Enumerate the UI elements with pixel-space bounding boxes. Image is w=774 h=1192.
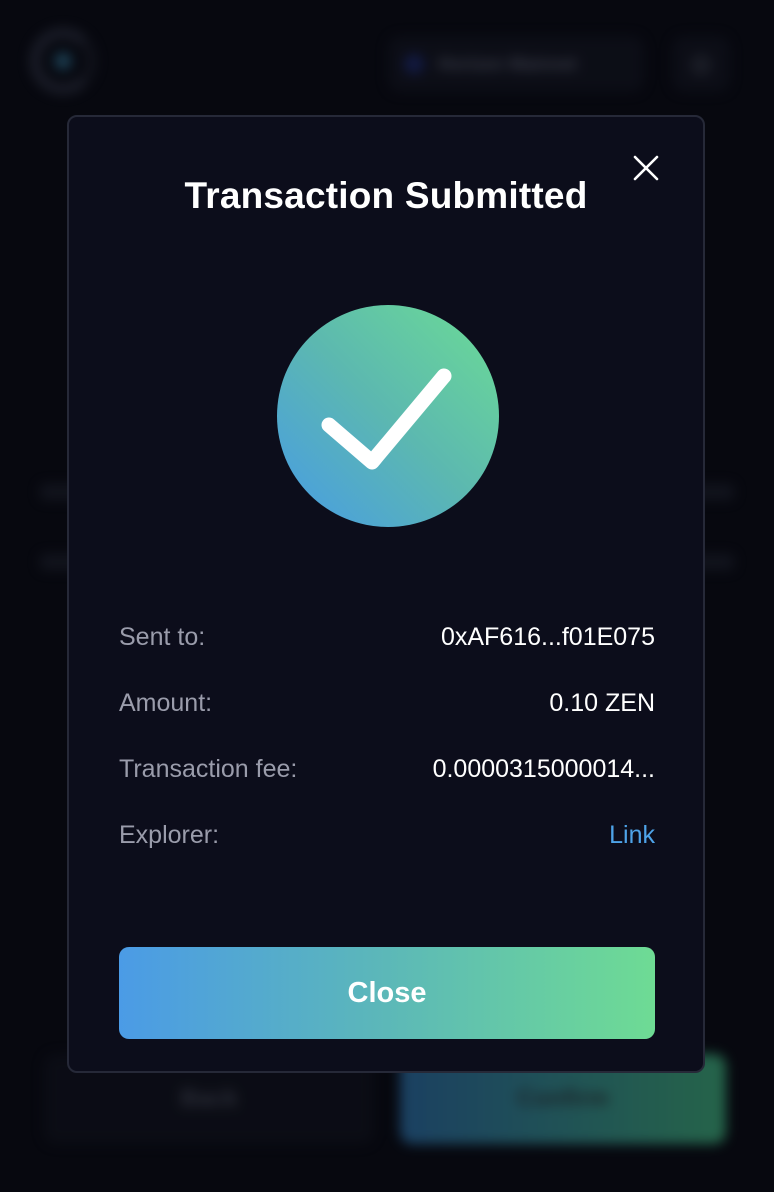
transaction-submitted-modal: Transaction Submitted Sent to: 0xAF616..… (67, 115, 705, 1073)
transaction-details: Sent to: 0xAF616...f01E075 Amount: 0.10 … (119, 623, 655, 887)
explorer-label: Explorer: (119, 821, 220, 849)
detail-row-transaction-fee: Transaction fee: 0.0000315000014... (119, 755, 655, 821)
detail-row-amount: Amount: 0.10 ZEN (119, 689, 655, 755)
sent-to-value: 0xAF616...f01E075 (440, 623, 655, 651)
network-selector: Horizen Mainnet (388, 36, 644, 92)
modal-title: Transaction Submitted (184, 175, 588, 216)
app-screen: Horizen Mainnet Back Confirm Transaction… (0, 0, 774, 1192)
detail-row-sent-to: Sent to: 0xAF616...f01E075 (119, 623, 655, 689)
transaction-fee-value: 0.0000315000014... (432, 755, 655, 783)
app-logo (30, 28, 96, 94)
account-menu (672, 36, 730, 92)
amount-label: Amount: (119, 689, 213, 717)
close-icon[interactable] (629, 151, 663, 185)
success-badge (277, 305, 499, 527)
network-label: Horizen Mainnet (438, 53, 578, 74)
network-icon (404, 54, 424, 74)
amount-value: 0.10 ZEN (549, 689, 655, 717)
transaction-fee-label: Transaction fee: (119, 755, 298, 783)
sent-to-label: Sent to: (119, 623, 206, 651)
explorer-link[interactable]: Link (609, 821, 655, 850)
detail-row-explorer: Explorer: Link (119, 821, 655, 887)
checkmark-icon (321, 368, 452, 470)
close-button[interactable]: Close (119, 947, 655, 1039)
